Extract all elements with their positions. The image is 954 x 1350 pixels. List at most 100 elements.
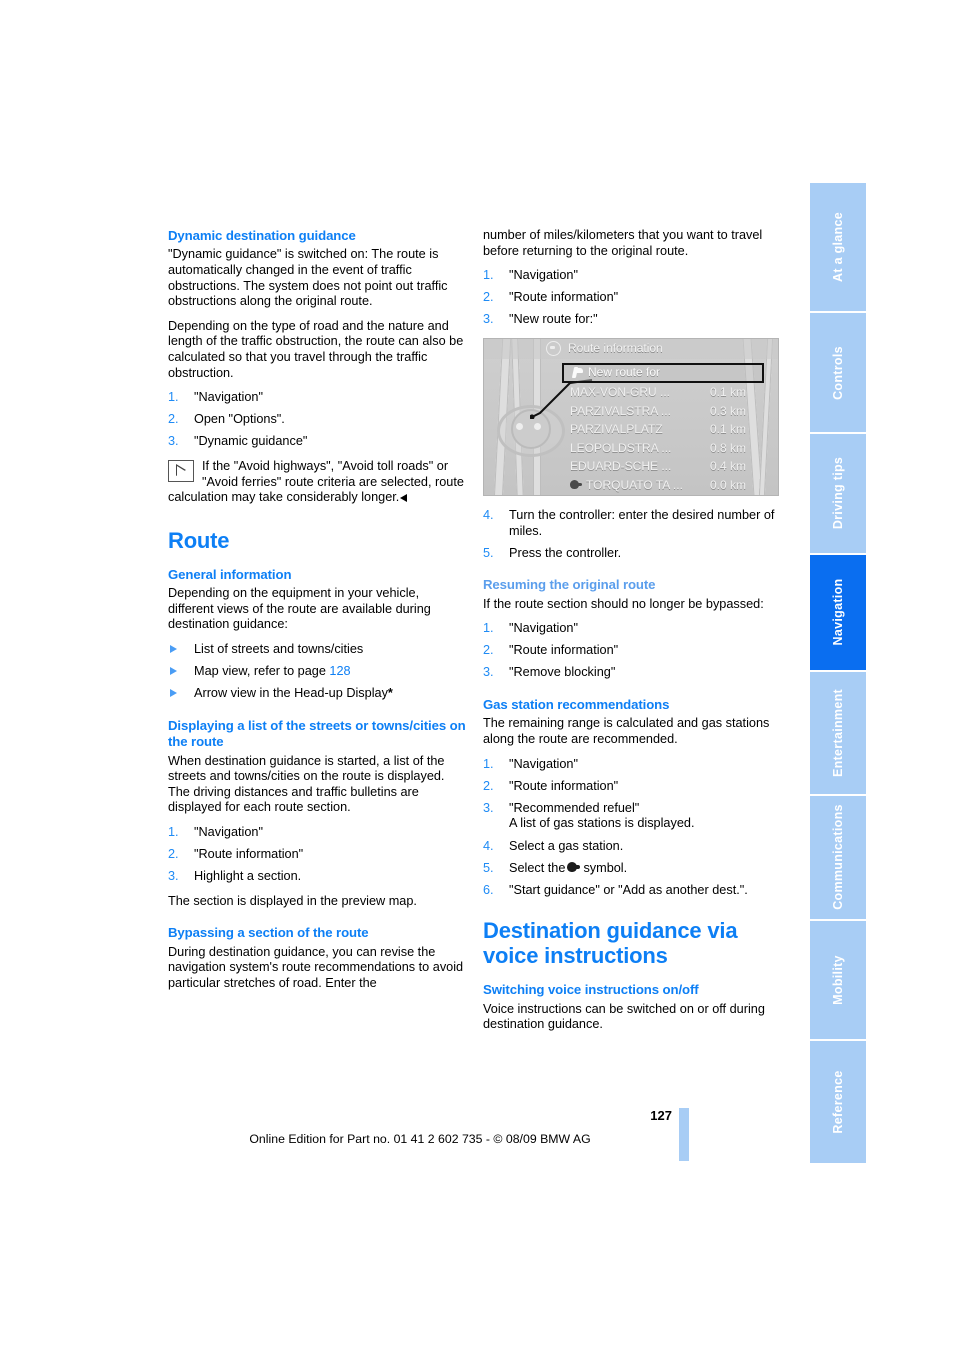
list-item: Arrow view in the Head-up Display* bbox=[168, 686, 466, 702]
step-number: 6. bbox=[483, 882, 494, 897]
step-item: 2. "Route information" bbox=[483, 779, 781, 795]
step-item: 3. "Dynamic guidance" bbox=[168, 434, 466, 450]
step-number: 2. bbox=[483, 290, 494, 305]
chapter-heading-route: Route bbox=[168, 527, 230, 553]
roundabout-dot bbox=[516, 422, 523, 430]
nav-row-distance: 0.3 km bbox=[710, 403, 747, 418]
nav-screen-header: Route information bbox=[484, 338, 778, 359]
nav-list-row[interactable]: PARZIVALSTRA ... 0.3 km bbox=[564, 402, 764, 421]
step-item: 4. Turn the controller: enter the desire… bbox=[483, 508, 781, 539]
step-number: 4. bbox=[483, 838, 494, 853]
list-item-label: Map view, refer to page bbox=[194, 664, 330, 678]
nav-list-row[interactable]: EDUARD-SCHE ... 0.4 km bbox=[564, 458, 764, 477]
step-number: 1. bbox=[483, 268, 494, 283]
paragraph-dynamic-guidance-on: "Dynamic guidance" is switched on: The r… bbox=[168, 247, 448, 309]
step-item: 5. Press the controller. bbox=[483, 546, 781, 562]
steps-resuming: 1. "Navigation" 2. "Route information" 3… bbox=[483, 621, 781, 681]
sidebar-tab-mobility[interactable]: Mobility bbox=[810, 920, 866, 1042]
nav-row-street: MAX-VON-GRU ... bbox=[570, 385, 671, 400]
sidebar-tab-entertainment[interactable]: Entertainment bbox=[810, 671, 866, 797]
imprint-line: Online Edition for Part no. 01 41 2 602 … bbox=[249, 1132, 591, 1146]
steps-dynamic-guidance: 1. "Navigation" 2. Open "Options". 3. "D… bbox=[168, 390, 466, 450]
step-text-suffix: symbol. bbox=[583, 860, 628, 875]
step-text: "Recommended refuel" bbox=[509, 800, 640, 815]
nav-row-label: New route for bbox=[588, 365, 661, 380]
step-number: 3. bbox=[168, 434, 179, 449]
step-number: 3. bbox=[483, 312, 494, 327]
step-text: "Navigation" bbox=[509, 621, 578, 636]
sidebar-tab-label: Entertainment bbox=[831, 688, 845, 777]
sidebar-tab-navigation[interactable]: Navigation bbox=[810, 554, 866, 672]
step-item: 3. Highlight a section. bbox=[168, 869, 466, 885]
step-text: "New route for:" bbox=[509, 312, 598, 327]
sidebar-tab-label: At a glance bbox=[831, 212, 845, 283]
step-text: "Remove blocking" bbox=[509, 665, 616, 680]
step-text: Press the controller. bbox=[509, 545, 622, 560]
paragraph-switching-voice-instructions: Voice instructions can be switched on or… bbox=[483, 1001, 765, 1032]
heading-resuming-original-route: Resuming the original route bbox=[483, 577, 656, 593]
sidebar-tab-label: Driving tips bbox=[831, 457, 845, 530]
destination-marker-icon bbox=[570, 479, 583, 491]
step-text: "Navigation" bbox=[509, 268, 578, 283]
sidebar-tab-at-a-glance[interactable]: At a glance bbox=[810, 183, 866, 314]
nav-list-row-selected[interactable]: New route for bbox=[562, 362, 764, 383]
nav-row-distance: 0.4 km bbox=[710, 459, 747, 474]
paragraph-gas-station-recommendations: The remaining range is calculated and ga… bbox=[483, 716, 770, 747]
step-text: Select the bbox=[509, 860, 566, 875]
steps-bypassing: 1. "Navigation" 2. "Route information" 3… bbox=[483, 268, 781, 328]
step-number: 1. bbox=[483, 621, 494, 636]
paragraph-preview-map: The section is displayed in the preview … bbox=[168, 893, 417, 908]
step-item: 4. Select a gas station. bbox=[483, 839, 781, 855]
right-text-column: number of miles/kilometers that you want… bbox=[483, 228, 781, 1033]
sidebar-tab-label: Reference bbox=[831, 1070, 845, 1134]
sidebar-tab-driving-tips[interactable]: Driving tips bbox=[810, 434, 866, 555]
paragraph-dynamic-road-type: Depending on the type of road and the na… bbox=[168, 318, 464, 380]
nav-list-row[interactable]: LEOPOLDSTRA ... 0.8 km bbox=[564, 439, 764, 458]
nav-list-row-destination[interactable]: TORQUATO TA ... 0.0 km bbox=[564, 476, 764, 495]
heading-displaying-list-streets: Displaying a list of the streets or town… bbox=[168, 717, 466, 750]
sidebar-tab-label: Controls bbox=[831, 345, 845, 400]
heading-dynamic-destination-guidance: Dynamic destination guidance bbox=[168, 228, 356, 243]
sidebar-tab-label: Communications bbox=[831, 804, 845, 911]
nav-route-list: New route for MAX-VON-GRU ... 0.1 km PAR… bbox=[562, 362, 764, 495]
nav-list-row[interactable]: MAX-VON-GRU ... 0.1 km bbox=[564, 384, 764, 403]
step-number: 2. bbox=[483, 778, 494, 793]
sidebar-tab-communications[interactable]: Communications bbox=[810, 796, 866, 921]
triangle-bullet-icon bbox=[170, 689, 177, 698]
step-number: 3. bbox=[483, 800, 494, 815]
idrive-route-information-screenshot: Route information New route for MAX-VON-… bbox=[483, 337, 779, 496]
nav-row-distance: 0.1 km bbox=[710, 385, 747, 400]
paragraph-bypassing-section: During destination guidance, you can rev… bbox=[168, 944, 464, 990]
step-number: 5. bbox=[483, 860, 494, 875]
roundabout-map-graphic bbox=[494, 399, 565, 457]
triangle-bullet-icon bbox=[170, 667, 177, 675]
page-edge-marker bbox=[679, 1108, 689, 1161]
disc-icon bbox=[546, 341, 561, 357]
nav-list-row[interactable]: PARZIVALPLATZ 0.1 km bbox=[564, 421, 764, 440]
nav-row-street: PARZIVALSTRA ... bbox=[570, 403, 671, 418]
step-number: 2. bbox=[483, 643, 494, 658]
sidebar-tab-reference[interactable]: Reference bbox=[810, 1041, 866, 1164]
step-number: 1. bbox=[168, 824, 179, 839]
optional-equipment-asterisk: * bbox=[387, 686, 393, 701]
nav-row-distance: 0.1 km bbox=[710, 422, 747, 437]
step-number: 1. bbox=[168, 390, 179, 405]
nav-row-street-label: TORQUATO TA ... bbox=[586, 477, 683, 492]
nav-row-street: LEOPOLDSTRA ... bbox=[570, 440, 672, 455]
nav-row-street: EDUARD-SCHE ... bbox=[570, 459, 672, 474]
step-subtext: A list of gas stations is displayed. bbox=[509, 816, 695, 831]
chapter-heading-destination-guidance-voice: Destination guidance via voice instructi… bbox=[483, 918, 738, 969]
step-item: 3. "Recommended refuel" A list of gas st… bbox=[483, 801, 781, 832]
sidebar-tab-controls[interactable]: Controls bbox=[810, 313, 866, 435]
step-item: 2. "Route information" bbox=[168, 847, 466, 863]
list-item: Map view, refer to page 128 bbox=[168, 664, 466, 680]
step-item: 1. "Navigation" bbox=[168, 825, 466, 841]
page-reference-link[interactable]: 128 bbox=[329, 664, 350, 678]
list-item: List of streets and towns/cities bbox=[168, 642, 466, 658]
step-text: Open "Options". bbox=[194, 412, 285, 427]
nav-row-street: PARZIVALPLATZ bbox=[570, 422, 663, 437]
chapter-sidebar: At a glance Controls Driving tips Naviga… bbox=[810, 183, 866, 1164]
step-item: 1. "Navigation" bbox=[483, 268, 781, 284]
paragraph-general-information: Depending on the equipment in your vehic… bbox=[168, 586, 431, 632]
step-text: "Route information" bbox=[194, 846, 304, 861]
